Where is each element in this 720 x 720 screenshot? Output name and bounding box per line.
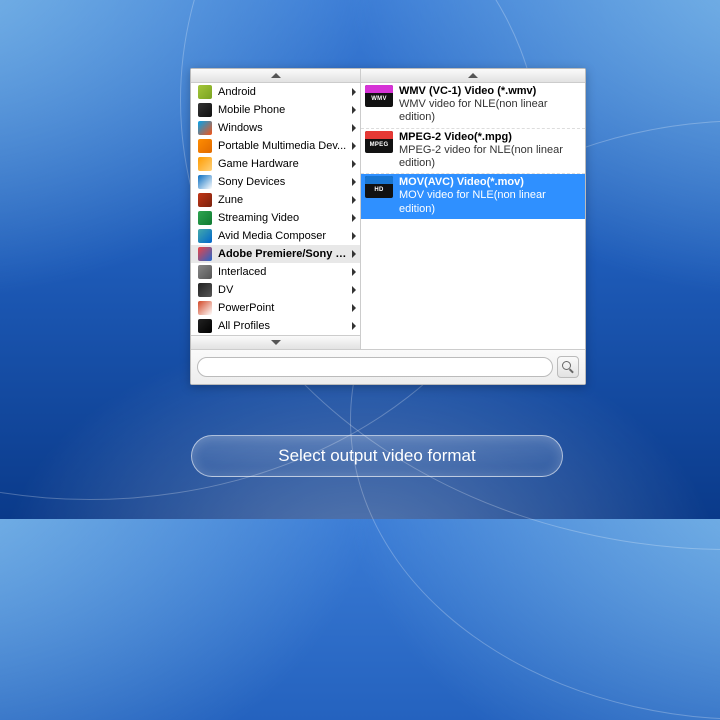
category-list: Android Mobile Phone Windows Portable Multi… <box>191 83 360 335</box>
stream-icon <box>197 210 213 226</box>
phone-icon <box>197 102 213 118</box>
category-label: Interlaced <box>218 266 348 278</box>
search-icon <box>562 361 574 373</box>
chevron-right-icon <box>352 286 356 294</box>
category-item[interactable]: Android <box>191 83 360 101</box>
category-item[interactable]: Interlaced <box>191 263 360 281</box>
triangle-down-icon <box>271 340 281 345</box>
zune-icon <box>197 192 213 208</box>
format-item[interactable]: WMV WMV (VC-1) Video (*.wmv)WMV video for… <box>361 83 585 129</box>
category-label: Android <box>218 86 348 98</box>
category-label: Mobile Phone <box>218 104 348 116</box>
format-picker-panel: Android Mobile Phone Windows Portable Multi… <box>190 68 586 385</box>
interlaced-icon <box>197 264 213 280</box>
chevron-right-icon <box>352 322 356 330</box>
format-thumb-icon: WMV <box>365 85 393 107</box>
select-output-format-button[interactable]: Select output video format <box>191 435 563 477</box>
category-label: Avid Media Composer <box>218 230 348 242</box>
chevron-right-icon <box>352 214 356 222</box>
category-item[interactable]: Streaming Video <box>191 209 360 227</box>
allprofiles-icon <box>197 318 213 334</box>
chevron-right-icon <box>352 250 356 258</box>
chevron-right-icon <box>352 304 356 312</box>
format-scroll-up[interactable] <box>361 69 585 83</box>
format-title: MPEG-2 Video(*.mpg) <box>399 131 581 144</box>
chevron-right-icon <box>352 160 356 168</box>
triangle-up-icon <box>468 73 478 78</box>
format-desc: WMV video for NLE(non linear edition) <box>399 98 581 124</box>
category-column: Android Mobile Phone Windows Portable Multi… <box>191 69 361 349</box>
category-item[interactable]: Zune <box>191 191 360 209</box>
format-title: MOV(AVC) Video(*.mov) <box>399 176 581 189</box>
chevron-right-icon <box>352 232 356 240</box>
category-item[interactable]: Portable Multimedia Dev... <box>191 137 360 155</box>
avid-icon <box>197 228 213 244</box>
android-icon <box>197 84 213 100</box>
category-label: Sony Devices <box>218 176 348 188</box>
search-bar <box>191 349 585 384</box>
category-item[interactable]: DV <box>191 281 360 299</box>
cta-label: Select output video format <box>278 446 476 466</box>
category-item[interactable]: All Profiles <box>191 317 360 335</box>
category-item[interactable]: PowerPoint <box>191 299 360 317</box>
category-item[interactable]: Game Hardware <box>191 155 360 173</box>
category-label: Adobe Premiere/Sony V... <box>218 248 348 260</box>
pmd-icon <box>197 138 213 154</box>
category-label: Game Hardware <box>218 158 348 170</box>
chevron-right-icon <box>352 88 356 96</box>
category-label: DV <box>218 284 348 296</box>
search-button[interactable] <box>557 356 579 378</box>
chevron-right-icon <box>352 124 356 132</box>
chevron-right-icon <box>352 268 356 276</box>
category-label: All Profiles <box>218 320 348 332</box>
format-title: WMV (VC-1) Video (*.wmv) <box>399 85 581 98</box>
format-item[interactable]: MPEG MPEG-2 Video(*.mpg)MPEG-2 video for … <box>361 129 585 175</box>
category-label: PowerPoint <box>218 302 348 314</box>
chevron-right-icon <box>352 142 356 150</box>
chevron-right-icon <box>352 106 356 114</box>
game-icon <box>197 156 213 172</box>
category-item[interactable]: Adobe Premiere/Sony V... <box>191 245 360 263</box>
format-desc: MPEG-2 video for NLE(non linear edition) <box>399 144 581 170</box>
format-desc: MOV video for NLE(non linear edition) <box>399 189 581 215</box>
format-item[interactable]: HD MOV(AVC) Video(*.mov)MOV video for NLE… <box>361 174 585 219</box>
category-scroll-up[interactable] <box>191 69 360 83</box>
windows-icon <box>197 120 213 136</box>
triangle-up-icon <box>271 73 281 78</box>
sony-icon <box>197 174 213 190</box>
category-item[interactable]: Avid Media Composer <box>191 227 360 245</box>
format-list: WMV WMV (VC-1) Video (*.wmv)WMV video for… <box>361 83 585 219</box>
dv-icon <box>197 282 213 298</box>
ppt-icon <box>197 300 213 316</box>
format-column: WMV WMV (VC-1) Video (*.wmv)WMV video for… <box>361 69 585 349</box>
category-item[interactable]: Mobile Phone <box>191 101 360 119</box>
category-label: Portable Multimedia Dev... <box>218 140 348 152</box>
category-label: Zune <box>218 194 348 206</box>
chevron-right-icon <box>352 178 356 186</box>
category-label: Streaming Video <box>218 212 348 224</box>
format-thumb-icon: MPEG <box>365 131 393 153</box>
category-scroll-down[interactable] <box>191 335 360 349</box>
category-item[interactable]: Sony Devices <box>191 173 360 191</box>
search-input[interactable] <box>197 357 553 377</box>
category-item[interactable]: Windows <box>191 119 360 137</box>
category-label: Windows <box>218 122 348 134</box>
format-thumb-icon: HD <box>365 176 393 198</box>
adobe-icon <box>197 246 213 262</box>
chevron-right-icon <box>352 196 356 204</box>
